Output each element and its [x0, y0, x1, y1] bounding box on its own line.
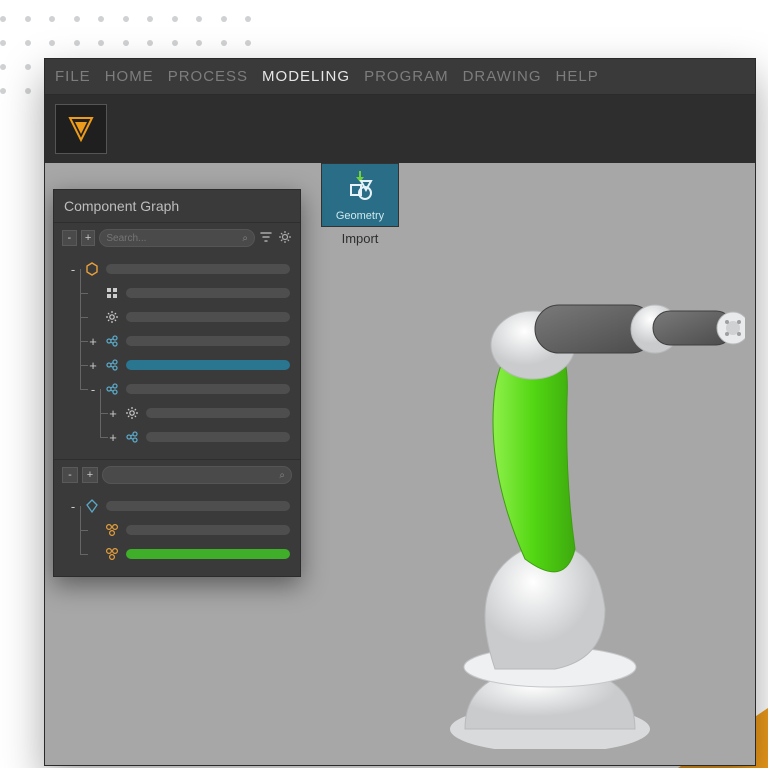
tree-item-label [126, 549, 290, 559]
link-icon [104, 357, 120, 373]
mesh-icon [104, 522, 120, 538]
component-graph-panel: Component Graph - + ⌕ -++-++ - [53, 189, 301, 577]
tree-item-label [126, 525, 290, 535]
tree-item-label [126, 384, 290, 394]
tree-row[interactable]: - [58, 494, 300, 518]
tree-item-label [126, 360, 290, 370]
menu-help[interactable]: HELP [556, 68, 599, 85]
tree-item-label [126, 288, 290, 298]
tree-row[interactable] [58, 281, 300, 305]
search-icon: ⌕ [279, 470, 285, 481]
tree-item-label [106, 264, 290, 274]
settings-button[interactable] [277, 230, 292, 246]
tree-row[interactable]: + [58, 401, 300, 425]
expand-all-button[interactable]: + [81, 230, 96, 246]
search-box-2[interactable]: ⌕ [102, 466, 292, 484]
geometry-tree: - [54, 490, 300, 576]
viewport[interactable]: Geometry Import Component Graph - + ⌕ [45, 163, 755, 765]
feature-icon [104, 285, 120, 301]
expand-toggle[interactable]: - [88, 382, 98, 397]
settings-icon [104, 309, 120, 325]
tree-item-label [146, 408, 290, 418]
tree-item-label [146, 432, 290, 442]
tree-item-label [126, 312, 290, 322]
panel-title: Component Graph [54, 190, 300, 223]
panel-tools-top: - + ⌕ [54, 223, 300, 253]
settings-icon [124, 405, 140, 421]
mesh-icon [104, 546, 120, 562]
menu-file[interactable]: FILE [55, 68, 91, 85]
search-icon: ⌕ [242, 233, 248, 244]
toolbar [45, 95, 755, 163]
link-icon [124, 429, 140, 445]
geometry-icon [343, 164, 377, 208]
geometry-label: Geometry [336, 210, 384, 222]
expand-toggle[interactable]: - [68, 262, 78, 277]
tree-row[interactable] [58, 518, 300, 542]
tree-row[interactable]: + [58, 425, 300, 449]
menu-drawing[interactable]: DRAWING [463, 68, 542, 85]
tree-row[interactable]: + [58, 353, 300, 377]
expand-toggle[interactable]: - [68, 499, 78, 514]
collapse-all-button[interactable]: - [62, 230, 77, 246]
menu-program[interactable]: PROGRAM [364, 68, 449, 85]
expand-all-button-2[interactable]: + [82, 467, 98, 483]
component-icon [84, 261, 100, 277]
link-icon [104, 381, 120, 397]
tree-row[interactable]: + [58, 329, 300, 353]
collapse-all-button-2[interactable]: - [62, 467, 78, 483]
search-input[interactable] [106, 233, 238, 244]
link-icon [104, 333, 120, 349]
diamond-icon [84, 498, 100, 514]
menu-home[interactable]: HOME [105, 68, 154, 85]
tree-row[interactable]: - [58, 377, 300, 401]
geometry-import-button[interactable]: Geometry Import [321, 163, 399, 246]
search-box[interactable]: ⌕ [99, 229, 255, 247]
menu-bar: FILE HOME PROCESS MODELING PROGRAM DRAWI… [45, 59, 755, 95]
expand-toggle[interactable]: + [108, 406, 118, 421]
expand-toggle[interactable]: + [108, 430, 118, 445]
expand-toggle[interactable]: + [88, 334, 98, 349]
menu-modeling[interactable]: MODELING [262, 68, 350, 85]
component-tree: -++-++ [54, 253, 300, 459]
expand-toggle[interactable]: + [88, 358, 98, 373]
import-label: Import [321, 227, 399, 246]
robot-arm-illustration [345, 249, 745, 749]
search-input-2[interactable] [109, 470, 275, 481]
tree-item-label [106, 501, 290, 511]
panel-tools-bottom: - + ⌕ [54, 459, 300, 490]
logo-icon [66, 114, 96, 144]
tree-row[interactable]: - [58, 257, 300, 281]
filter-button[interactable] [259, 230, 274, 246]
menu-process[interactable]: PROCESS [168, 68, 248, 85]
app-logo[interactable] [55, 104, 107, 154]
tree-row[interactable] [58, 542, 300, 566]
tree-item-label [126, 336, 290, 346]
tree-row[interactable] [58, 305, 300, 329]
app-window: FILE HOME PROCESS MODELING PROGRAM DRAWI… [44, 58, 756, 766]
